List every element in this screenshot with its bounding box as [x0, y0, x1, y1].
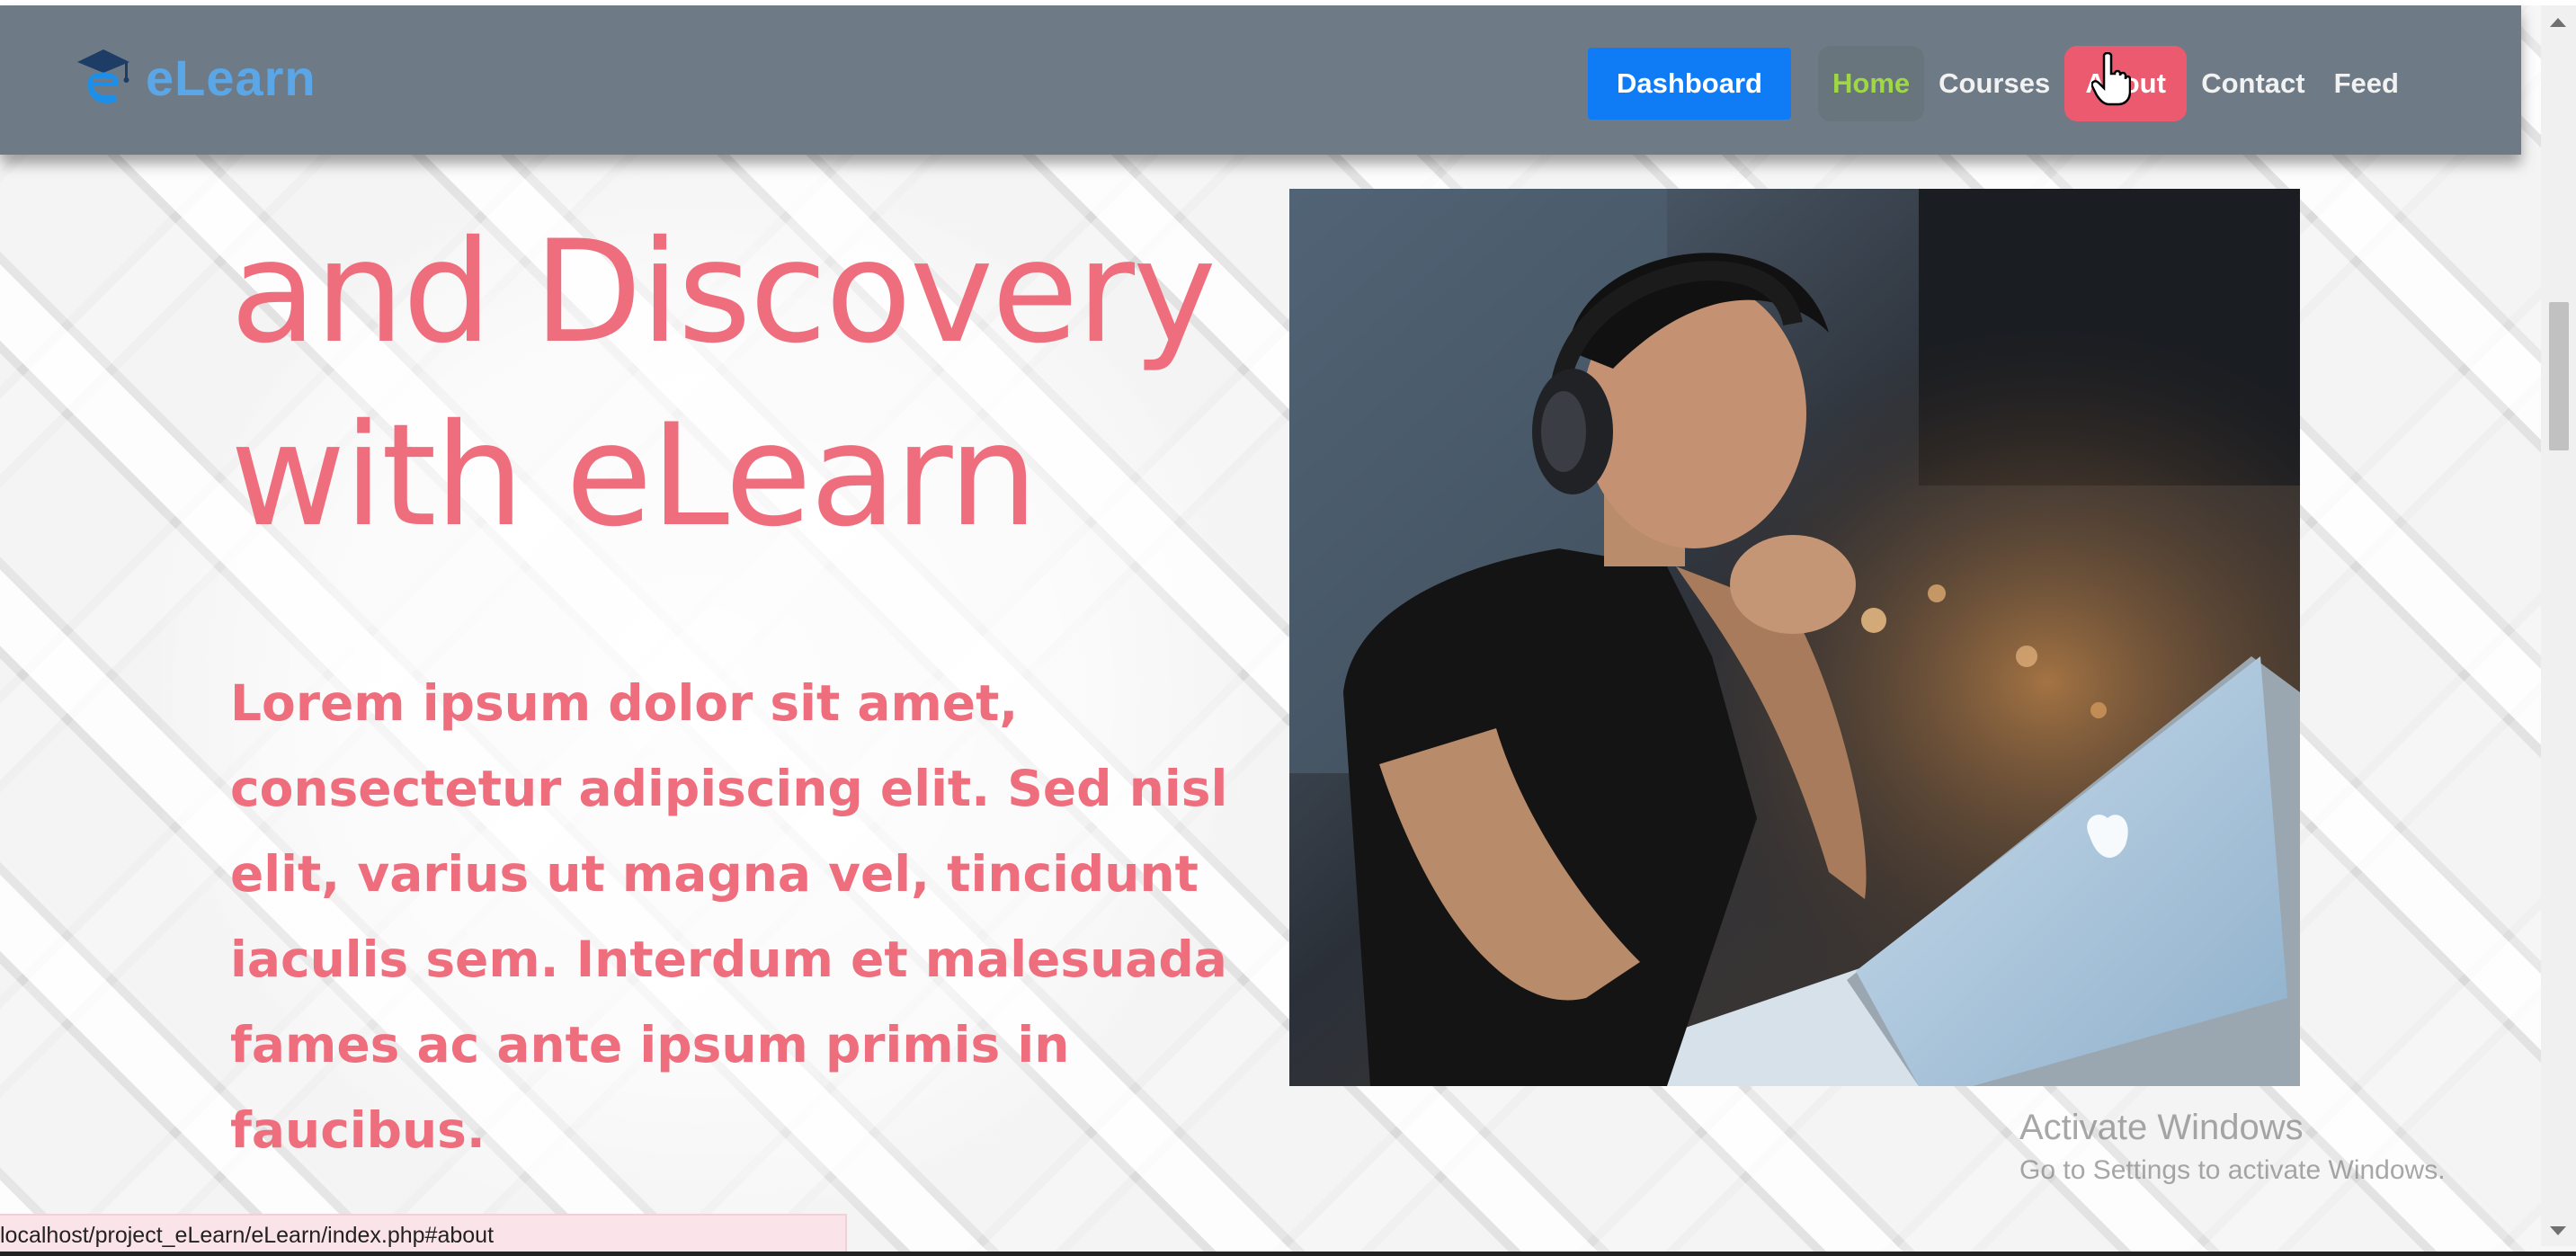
- vertical-scrollbar[interactable]: [2541, 5, 2576, 1246]
- nav-home-link[interactable]: Home: [1818, 46, 1925, 121]
- nav-courses-link[interactable]: Courses: [1924, 46, 2064, 121]
- scroll-up-arrow-icon[interactable]: [2550, 18, 2566, 27]
- watermark-subtitle: Go to Settings to activate Windows.: [2019, 1155, 2446, 1185]
- hand-pointer-cursor-icon: [2090, 51, 2132, 106]
- page: eLearn Dashboard Home Courses About Cont…: [0, 0, 2576, 1256]
- nav-contact-link[interactable]: Contact: [2187, 46, 2319, 121]
- navbar: eLearn Dashboard Home Courses About Cont…: [0, 5, 2521, 155]
- dashboard-button[interactable]: Dashboard: [1588, 48, 1791, 120]
- hero-paragraph: Lorem ipsum dolor sit amet, consectetur …: [230, 674, 1228, 1159]
- hero-title: and Discovery with eLearn: [230, 201, 1291, 568]
- browser-status-bar: localhost/project_eLearn/eLearn/index.ph…: [0, 1214, 847, 1255]
- hero-title-line-1: and Discovery: [230, 210, 1217, 375]
- graduation-cap-logo-icon: [76, 46, 131, 109]
- windows-activation-watermark: Activate Windows Go to Settings to activ…: [2019, 1104, 2446, 1190]
- brand[interactable]: eLearn: [76, 41, 316, 113]
- brand-name: eLearn: [146, 49, 316, 106]
- hero-title-line-2: with eLearn: [230, 394, 1038, 558]
- viewport-bottom-edge: [0, 1252, 2576, 1256]
- nav-feed-link[interactable]: Feed: [2320, 46, 2413, 121]
- watermark-title: Activate Windows: [2019, 1108, 2304, 1147]
- scroll-down-arrow-icon[interactable]: [2550, 1226, 2566, 1235]
- main-nav: Dashboard Home Courses About Contact Fee…: [1588, 46, 2413, 121]
- scroll-thumb[interactable]: [2549, 302, 2569, 450]
- hero-image: [1289, 189, 2300, 1086]
